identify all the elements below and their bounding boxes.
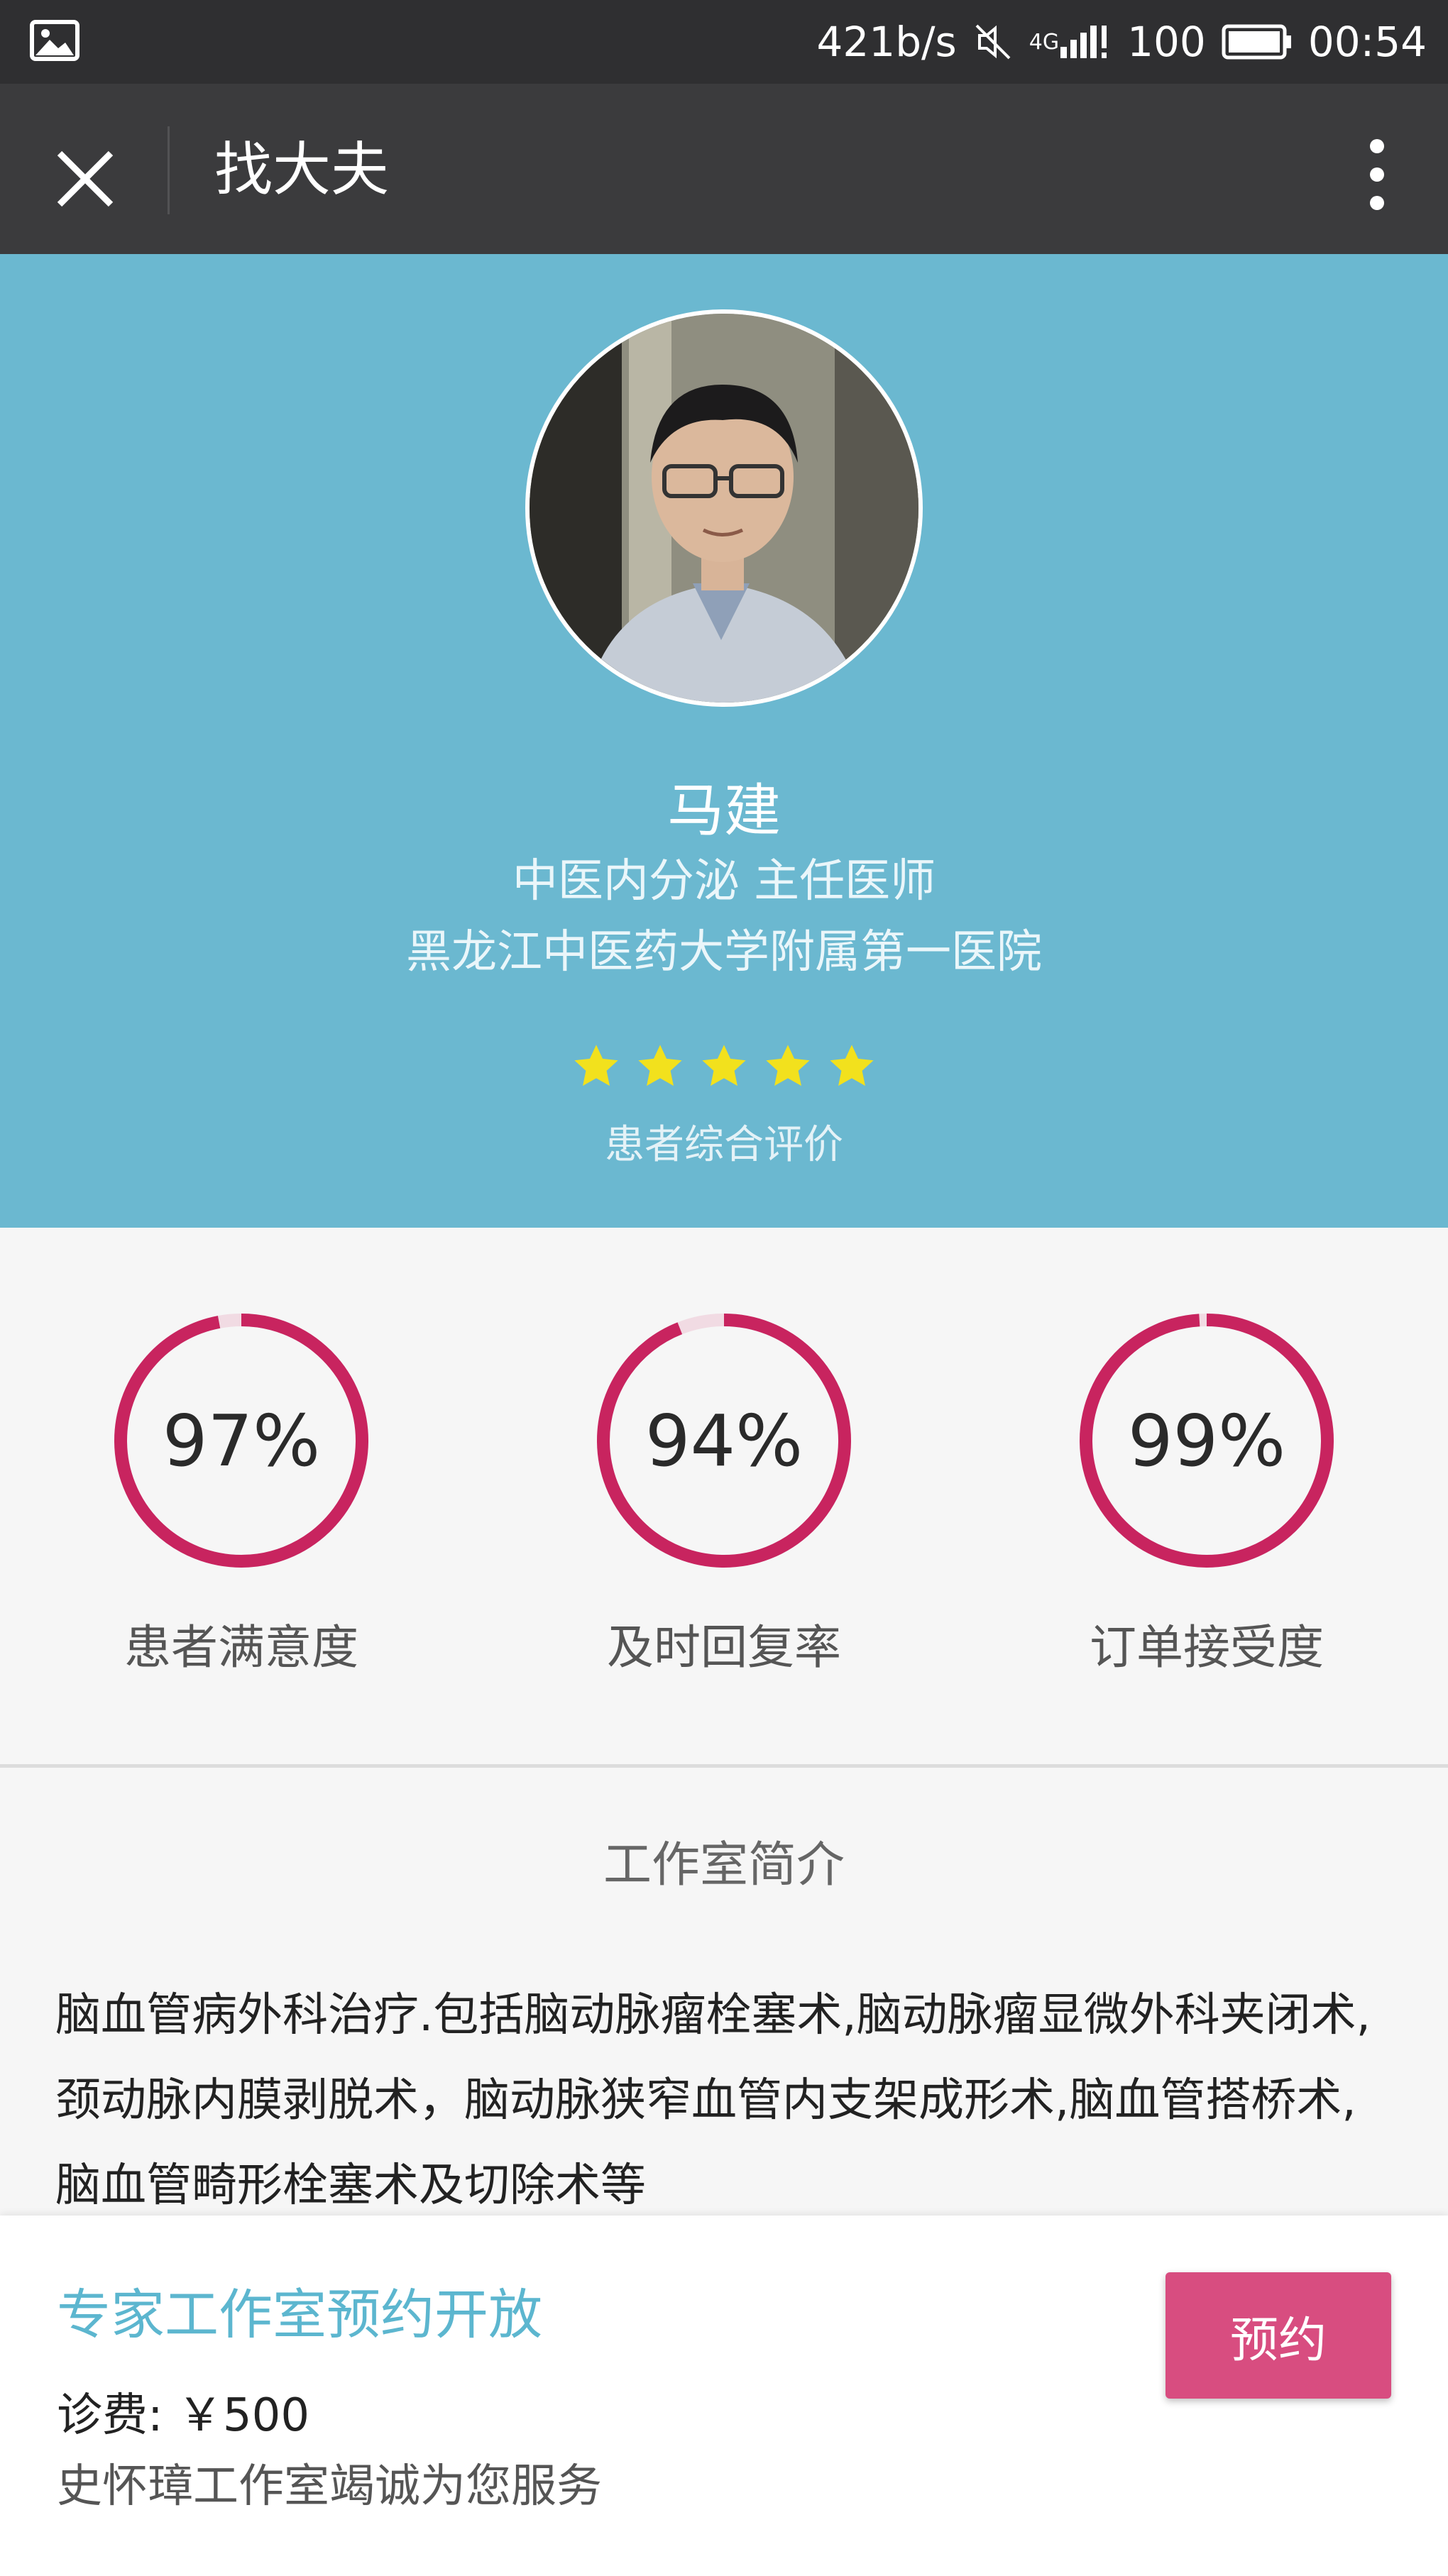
consultation-fee: 诊费: ￥500 bbox=[57, 2389, 310, 2442]
stat-satisfaction: 97% 患者满意度 bbox=[57, 1306, 426, 1678]
battery-level: 100 bbox=[1127, 18, 1206, 66]
more-button[interactable] bbox=[1349, 129, 1405, 220]
close-button[interactable] bbox=[41, 135, 129, 223]
stat-order-acceptance: 99% 订单接受度 bbox=[1022, 1306, 1391, 1678]
section-divider bbox=[0, 1764, 1448, 1768]
more-vertical-icon bbox=[1370, 139, 1384, 210]
page-title: 找大夫 bbox=[214, 136, 390, 204]
intro-text: 脑血管病外科治疗.包括脑动脉瘤栓塞术,脑动脉瘤显微外科夹闭术,颈动脉内膜剥脱术，… bbox=[55, 1989, 1371, 2212]
status-bar: 421b/s 4G 100 00:54 bbox=[0, 0, 1448, 84]
stat-ring: 94% bbox=[589, 1306, 859, 1575]
book-button[interactable]: 预约 bbox=[1165, 2272, 1391, 2399]
title-bar: 找大夫 bbox=[0, 84, 1448, 254]
battery-icon bbox=[1222, 23, 1293, 60]
stat-label: 患者满意度 bbox=[124, 1620, 358, 1675]
doctor-profile-header: 马建 中医内分泌 主任医师 黑龙江中医药大学附属第一医院 患者综合评价 bbox=[0, 254, 1448, 1228]
title-divider bbox=[168, 126, 170, 214]
doctor-name: 马建 bbox=[667, 778, 781, 844]
stats-section: 97% 患者满意度 94% 及时回复率 99% 订单接受度 bbox=[0, 1228, 1448, 1766]
booking-bar: 专家工作室预约开放 诊费: ￥500 史怀璋工作室竭诚为您服务 预约 bbox=[0, 2216, 1448, 2576]
stat-label: 及时回复率 bbox=[607, 1620, 841, 1675]
stat-value: 97% bbox=[162, 1399, 321, 1482]
stat-value: 99% bbox=[1127, 1399, 1286, 1482]
stat-ring: 97% bbox=[106, 1306, 376, 1575]
service-note: 史怀璋工作室竭诚为您服务 bbox=[57, 2460, 602, 2513]
rating-label: 患者综合评价 bbox=[605, 1122, 843, 1168]
network-speed: 421b/s bbox=[816, 18, 957, 66]
rating-stars bbox=[0, 1042, 1448, 1091]
star-icon bbox=[830, 1045, 874, 1086]
close-icon bbox=[57, 150, 114, 207]
stat-value: 94% bbox=[645, 1399, 803, 1482]
star-icon bbox=[766, 1045, 810, 1086]
stat-ring: 99% bbox=[1072, 1306, 1342, 1575]
doctor-title: 中医内分泌 主任医师 bbox=[512, 855, 936, 908]
stat-label: 订单接受度 bbox=[1090, 1620, 1324, 1675]
doctor-avatar bbox=[525, 309, 923, 707]
intro-heading: 工作室简介 bbox=[603, 1837, 845, 1893]
star-icon bbox=[702, 1045, 746, 1086]
signal-icon: 4G bbox=[1029, 21, 1112, 62]
network-type-label: 4G bbox=[1029, 29, 1060, 55]
clock: 00:54 bbox=[1307, 18, 1427, 66]
stat-reply-rate: 94% 及时回复率 bbox=[539, 1306, 909, 1678]
mute-icon bbox=[972, 21, 1014, 62]
star-icon bbox=[574, 1045, 618, 1086]
doctor-hospital: 黑龙江中医药大学附属第一医院 bbox=[406, 926, 1042, 979]
image-icon bbox=[30, 20, 79, 64]
booking-title: 专家工作室预约开放 bbox=[57, 2283, 542, 2346]
star-icon bbox=[638, 1045, 682, 1086]
